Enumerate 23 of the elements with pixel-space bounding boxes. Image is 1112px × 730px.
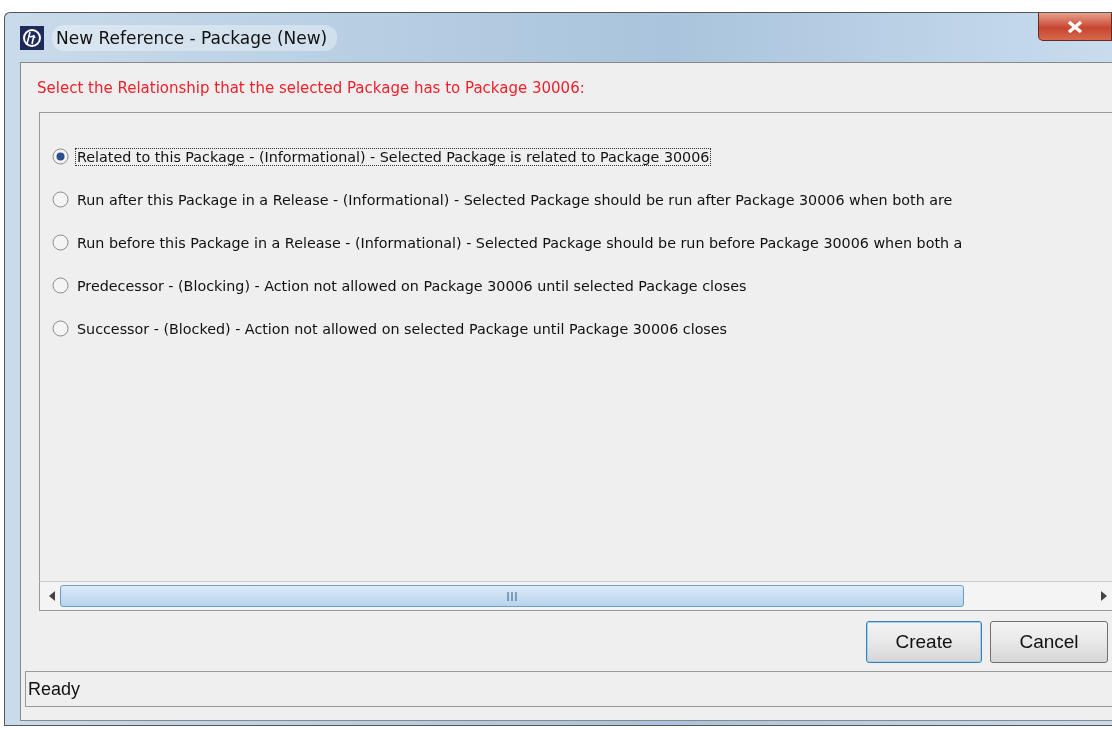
create-button[interactable]: Create bbox=[866, 621, 982, 663]
radio-button[interactable] bbox=[52, 234, 69, 251]
option-label[interactable]: Related to this Package - (Informational) - Selected Package is related to Package 30006 bbox=[75, 147, 712, 166]
radio-button[interactable] bbox=[52, 191, 69, 208]
status-bar: Ready bbox=[25, 671, 1112, 707]
prompt-text: Select the Relationship that the selected Package has to Package 30006: bbox=[36, 78, 586, 99]
option-label[interactable]: Predecessor - (Blocking) - Action not allowed on Package 30006 until selected Package closes bbox=[75, 276, 749, 295]
cancel-button[interactable]: Cancel bbox=[990, 621, 1108, 663]
option-label[interactable]: Run before this Package in a Release - (Informational) - Selected Package should be run before Package 30006 when both a bbox=[75, 233, 965, 252]
radio-button[interactable] bbox=[52, 277, 69, 294]
option-label[interactable]: Successor - (Blocked) - Action not allowed on selected Package until Package 30006 closes bbox=[75, 319, 730, 338]
window-title: New Reference - Package (New) bbox=[52, 24, 338, 51]
option-label[interactable]: Run after this Package in a Release - (Informational) - Selected Package should be run after Package 30006 when both are bbox=[75, 190, 955, 209]
close-icon bbox=[1065, 18, 1085, 35]
scroll-right-icon[interactable] bbox=[1100, 591, 1108, 601]
scroll-left-icon[interactable] bbox=[48, 591, 56, 601]
horizontal-scrollbar[interactable] bbox=[39, 581, 1112, 611]
radio-button[interactable] bbox=[52, 320, 69, 337]
scroll-thumb[interactable] bbox=[60, 585, 964, 607]
close-button[interactable] bbox=[1038, 13, 1112, 41]
logo-icon bbox=[20, 25, 44, 50]
grip-icon bbox=[506, 591, 518, 601]
radio-button[interactable] bbox=[52, 148, 69, 165]
